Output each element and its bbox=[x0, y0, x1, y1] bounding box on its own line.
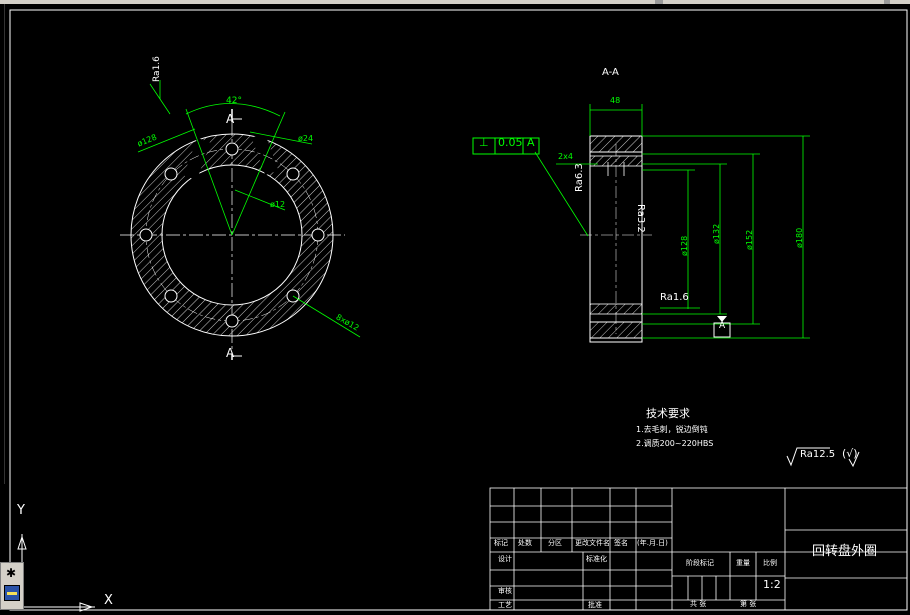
scale-value: 1:2 bbox=[763, 578, 781, 591]
section-label: A-A bbox=[602, 67, 619, 78]
hdr-4: 签名 bbox=[614, 539, 628, 547]
dia-2: ø132 bbox=[712, 223, 721, 244]
section-marker-top: A bbox=[226, 112, 235, 126]
chamfer-dim: 2x4 bbox=[558, 152, 573, 161]
row-3: 工艺 bbox=[498, 601, 512, 609]
row-0: 设计 bbox=[498, 555, 512, 563]
dim-b: ø24 bbox=[298, 134, 314, 143]
hdr-3: 更改文件名 bbox=[575, 539, 610, 547]
ra-a: Ra6.3 bbox=[574, 163, 585, 192]
section-marker-bottom: A bbox=[226, 346, 235, 360]
tech-req-line1: 1.去毛刺，锐边倒钝 bbox=[636, 425, 708, 434]
row-4: 批准 bbox=[588, 601, 602, 609]
ucs-icon bbox=[17, 534, 95, 612]
dia-3: ø152 bbox=[745, 229, 754, 250]
other-finish: (√) bbox=[842, 447, 858, 460]
dim-c: ø12 bbox=[270, 200, 286, 209]
sheet-label: 第 张 bbox=[740, 600, 757, 608]
drawing-canvas[interactable] bbox=[0, 4, 910, 615]
ra-c: Ra1.6 bbox=[660, 292, 689, 303]
scale-label: 比例 bbox=[763, 559, 777, 567]
row-1: 标准化 bbox=[586, 555, 607, 563]
hdr-1: 处数 bbox=[518, 539, 532, 547]
part-name: 回转盘外圈 bbox=[812, 544, 878, 559]
floating-toolbar[interactable]: ✱ bbox=[0, 562, 24, 610]
hdr-5: (年.月.日) bbox=[637, 539, 668, 547]
tech-req-title: 技术要求 bbox=[646, 407, 690, 420]
datum-box-label: A bbox=[719, 321, 726, 331]
dia-4: ø180 bbox=[795, 227, 804, 248]
sheets-label: 共 张 bbox=[690, 600, 707, 608]
front-view bbox=[120, 80, 361, 360]
ra-left: Ra1.6 bbox=[152, 56, 162, 82]
ucs-x-label: X bbox=[104, 593, 113, 608]
layer-icon[interactable] bbox=[4, 585, 20, 601]
hdr-0: 标记 bbox=[494, 539, 508, 547]
weight-label: 重量 bbox=[736, 559, 750, 567]
tech-req-line2: 2.调质200~220HBS bbox=[636, 439, 714, 448]
angle-dim: 42° bbox=[226, 96, 242, 106]
snap-icon[interactable]: ✱ bbox=[4, 566, 18, 580]
hdr-2: 分区 bbox=[548, 539, 562, 547]
row-2: 审核 bbox=[498, 587, 512, 595]
ra-b: Ra3.2 bbox=[635, 204, 646, 233]
ucs-y-label: Y bbox=[17, 503, 25, 518]
tolerance-symbol: ⊥ bbox=[479, 136, 489, 149]
tolerance-datum: A bbox=[527, 136, 535, 149]
width-dim: 48 bbox=[610, 96, 621, 105]
tolerance-value: 0.05 bbox=[498, 136, 523, 149]
stage-label: 阶段标记 bbox=[686, 559, 714, 567]
global-finish: Ra12.5 bbox=[800, 449, 836, 460]
drawing-border bbox=[9, 9, 908, 611]
dia-1: ø128 bbox=[680, 235, 689, 256]
